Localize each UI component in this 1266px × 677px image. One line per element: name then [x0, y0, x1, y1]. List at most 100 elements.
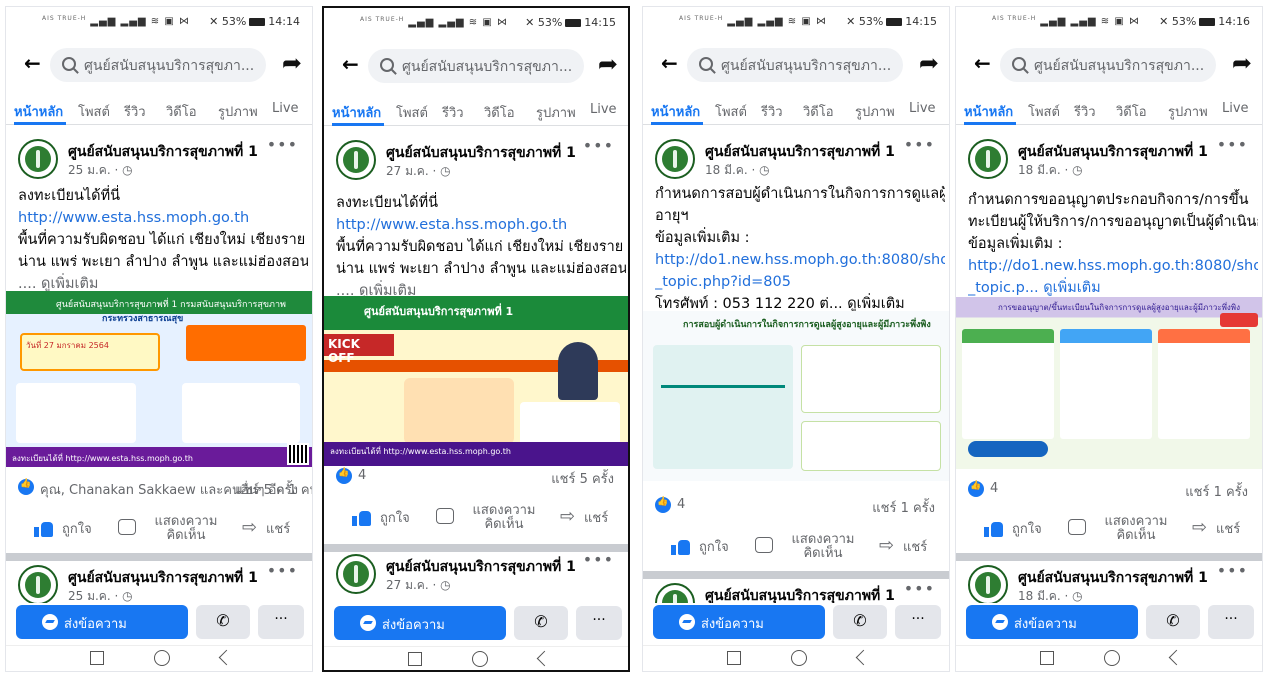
more-button[interactable]: ···: [895, 605, 941, 639]
post-link[interactable]: http://do1.new.hss.moph.go.th:8080/show: [655, 249, 945, 271]
page-name[interactable]: ศูนย์สนับสนุนบริการสุขภาพที่ 1: [1018, 141, 1208, 163]
reaction-summary[interactable]: 4 แชร์ 1 ครั้ง: [643, 495, 949, 519]
call-button[interactable]: ✆: [833, 605, 887, 639]
reaction-summary[interactable]: 4 แชร์ 5 ครั้ง: [324, 466, 628, 490]
page-name[interactable]: ศูนย์สนับสนุนบริการสุขภาพที่ 1: [386, 556, 576, 578]
send-message-button[interactable]: ส่งข้อความ: [334, 606, 506, 640]
page-avatar[interactable]: [655, 139, 695, 179]
page-avatar[interactable]: [336, 140, 376, 180]
more-options-icon[interactable]: •••: [1217, 561, 1248, 580]
reaction-count[interactable]: 4: [677, 497, 685, 512]
more-button[interactable]: ···: [576, 606, 622, 640]
send-message-button[interactable]: ส่งข้อความ: [653, 605, 825, 639]
recent-apps-icon[interactable]: [90, 651, 104, 665]
post-link[interactable]: http://www.esta.hss.moph.go.th: [18, 207, 308, 229]
tab-3[interactable]: วิดีโอ: [484, 102, 515, 123]
post-link[interactable]: _topic.php?id=805: [655, 271, 945, 293]
reaction-summary[interactable]: คุณ, Chanakan Sakkaew และคนอื่นๆ อีก 1 ค…: [6, 477, 312, 501]
back-arrow-icon[interactable]: ←: [342, 52, 359, 76]
page-name[interactable]: ศูนย์สนับสนุนบริการสุขภาพที่ 1: [386, 142, 576, 164]
share-count[interactable]: แชร์ 5 ครั้ง: [551, 468, 614, 489]
call-button[interactable]: ✆: [514, 606, 568, 640]
tab-4[interactable]: รูปภาพ: [855, 101, 895, 122]
search-input[interactable]: ศูนย์สนับสนุนบริการสุขภา...: [687, 48, 903, 82]
tab-4[interactable]: รูปภาพ: [218, 101, 258, 122]
post-link[interactable]: http://www.esta.hss.moph.go.th: [336, 214, 626, 236]
call-button[interactable]: ✆: [196, 605, 250, 639]
tab-2[interactable]: รีวิว: [124, 101, 146, 122]
send-message-button[interactable]: ส่งข้อความ: [966, 605, 1138, 639]
post-link[interactable]: _topic.p... ดูเพิ่มเติม: [968, 277, 1258, 299]
tab-3[interactable]: วิดีโอ: [1116, 101, 1147, 122]
back-icon[interactable]: [218, 652, 232, 666]
tab-2[interactable]: รีวิว: [442, 102, 464, 123]
tab-0[interactable]: หน้าหลัก: [651, 101, 700, 122]
page-avatar[interactable]: [968, 139, 1008, 179]
more-options-icon[interactable]: •••: [904, 579, 935, 598]
post-image[interactable]: ศูนย์สนับสนุนบริการสุขภาพที่ 1 กรมสนับสน…: [6, 291, 312, 467]
back-arrow-icon[interactable]: ←: [974, 51, 991, 75]
page-avatar[interactable]: [968, 565, 1008, 605]
tab-1[interactable]: โพสต์: [396, 102, 428, 123]
tab-3[interactable]: วิดีโอ: [803, 101, 834, 122]
share-arrow-icon[interactable]: ➦: [1232, 49, 1252, 77]
tab-2[interactable]: รีวิว: [761, 101, 783, 122]
back-arrow-icon[interactable]: ←: [24, 51, 41, 75]
share-count[interactable]: แชร์ 5 ครั้ง: [235, 479, 298, 500]
reaction-count[interactable]: 4: [358, 468, 366, 483]
reaction-summary[interactable]: 4 แชร์ 1 ครั้ง: [956, 479, 1262, 503]
page-avatar[interactable]: [18, 139, 58, 179]
back-arrow-icon[interactable]: ←: [661, 51, 678, 75]
tab-5[interactable]: Live: [272, 101, 299, 116]
tab-3[interactable]: วิดีโอ: [166, 101, 197, 122]
page-avatar[interactable]: [336, 554, 376, 594]
more-button[interactable]: ···: [1208, 605, 1254, 639]
page-name[interactable]: ศูนย์สนับสนุนบริการสุขภาพที่ 1: [68, 567, 258, 589]
more-options-icon[interactable]: •••: [583, 550, 614, 569]
more-options-icon[interactable]: •••: [267, 135, 298, 154]
tab-1[interactable]: โพสต์: [1028, 101, 1060, 122]
page-name[interactable]: ศูนย์สนับสนุนบริการสุขภาพที่ 1: [705, 141, 895, 163]
share-count[interactable]: แชร์ 1 ครั้ง: [1185, 481, 1248, 502]
tab-5[interactable]: Live: [909, 101, 936, 116]
more-button[interactable]: ···: [258, 605, 304, 639]
search-input[interactable]: ศูนย์สนับสนุนบริการสุขภา...: [1000, 48, 1216, 82]
tab-0[interactable]: หน้าหลัก: [332, 102, 381, 123]
page-name[interactable]: ศูนย์สนับสนุนบริการสุขภาพที่ 1: [68, 141, 258, 163]
back-icon[interactable]: [1168, 652, 1182, 666]
share-count[interactable]: แชร์ 1 ครั้ง: [872, 497, 935, 518]
search-input[interactable]: ศูนย์สนับสนุนบริการสุขภา...: [50, 48, 266, 82]
post-image[interactable]: การสอบผู้ดำเนินการในกิจการการดูแลผู้สูงอ…: [643, 311, 949, 481]
home-icon[interactable]: [472, 651, 488, 667]
share-arrow-icon[interactable]: ➦: [919, 49, 939, 77]
recent-apps-icon[interactable]: [727, 651, 741, 665]
send-message-button[interactable]: ส่งข้อความ: [16, 605, 188, 639]
tab-4[interactable]: รูปภาพ: [1168, 101, 1208, 122]
more-options-icon[interactable]: •••: [904, 135, 935, 154]
call-button[interactable]: ✆: [1146, 605, 1200, 639]
tab-2[interactable]: รีวิว: [1074, 101, 1096, 122]
back-icon[interactable]: [536, 653, 550, 667]
home-icon[interactable]: [791, 650, 807, 666]
page-avatar[interactable]: [18, 565, 58, 605]
tab-4[interactable]: รูปภาพ: [536, 102, 576, 123]
home-icon[interactable]: [1104, 650, 1120, 666]
page-name[interactable]: ศูนย์สนับสนุนบริการสุขภาพที่ 1: [1018, 567, 1208, 589]
more-options-icon[interactable]: •••: [267, 561, 298, 580]
back-icon[interactable]: [855, 652, 869, 666]
more-options-icon[interactable]: •••: [583, 136, 614, 155]
tab-0[interactable]: หน้าหลัก: [14, 101, 63, 122]
search-input[interactable]: ศูนย์สนับสนุนบริการสุขภา...: [368, 49, 584, 83]
more-options-icon[interactable]: •••: [1217, 135, 1248, 154]
tab-5[interactable]: Live: [590, 102, 617, 117]
tab-1[interactable]: โพสต์: [715, 101, 747, 122]
reaction-count[interactable]: 4: [990, 481, 998, 496]
tab-1[interactable]: โพสต์: [78, 101, 110, 122]
recent-apps-icon[interactable]: [1040, 651, 1054, 665]
recent-apps-icon[interactable]: [408, 652, 422, 666]
post-link[interactable]: http://do1.new.hss.moph.go.th:8080/show: [968, 255, 1258, 277]
tab-5[interactable]: Live: [1222, 101, 1249, 116]
post-image[interactable]: การขออนุญาต/ขึ้นทะเบียนในกิจการการดูแลผู…: [956, 297, 1262, 469]
tab-0[interactable]: หน้าหลัก: [964, 101, 1013, 122]
home-icon[interactable]: [154, 650, 170, 666]
